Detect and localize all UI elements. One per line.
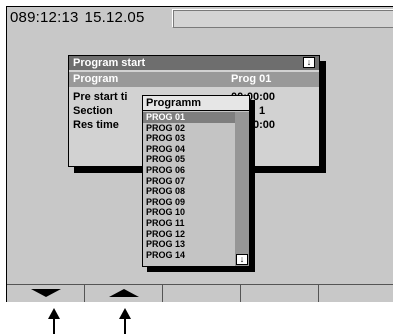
list-item[interactable]: PROG 11 xyxy=(143,218,236,229)
pre-start-time-label: Pre start ti xyxy=(73,91,128,103)
list-item[interactable]: PROG 14 xyxy=(143,250,236,261)
arrow-down-icon[interactable]: ↓ xyxy=(303,57,315,68)
res-time-label: Res time xyxy=(73,119,119,131)
list-item[interactable]: PROG 06 xyxy=(143,165,236,176)
status-bar: 089:12:13 15.12.05 xyxy=(7,7,393,31)
date-readout: 15.12.05 xyxy=(84,9,145,26)
softkey-5-button[interactable] xyxy=(319,285,393,302)
status-text-field xyxy=(172,9,393,28)
list-item[interactable]: PROG 02 xyxy=(143,123,236,134)
list-item[interactable]: PROG 13 xyxy=(143,239,236,250)
softkey-4-button[interactable] xyxy=(241,285,319,302)
list-item[interactable]: PROG 05 xyxy=(143,154,236,165)
triangle-up-icon xyxy=(109,289,139,297)
device-screen: 089:12:13 15.12.05 Program start ↓ Progra… xyxy=(6,6,393,302)
list-item[interactable]: PROG 09 xyxy=(143,197,236,208)
list-item[interactable]: PROG 07 xyxy=(143,176,236,187)
triangle-down-icon xyxy=(31,289,61,297)
softkey-up-button[interactable] xyxy=(85,285,163,302)
list-item[interactable]: PROG 01 xyxy=(143,112,236,123)
list-item[interactable]: PROG 10 xyxy=(143,207,236,218)
program-list: PROG 01 PROG 02 PROG 03 PROG 04 PROG 05 … xyxy=(143,112,236,260)
time-readout: 089:12:13 xyxy=(10,9,79,26)
datetime-display: 089:12:13 15.12.05 xyxy=(10,9,145,27)
program-row[interactable]: Program Prog 01 xyxy=(69,72,319,87)
arrow-up-pointer-icon xyxy=(119,308,131,334)
dialog-title: Program start xyxy=(73,57,146,69)
softkey-3-button[interactable] xyxy=(163,285,241,302)
program-list-popup: Programm PROG 01 PROG 02 PROG 03 PROG 04… xyxy=(142,95,250,267)
list-item[interactable]: PROG 12 xyxy=(143,229,236,240)
list-item[interactable]: PROG 03 xyxy=(143,133,236,144)
dialog-title-bar: Program start ↓ xyxy=(69,56,319,70)
section-value: 1 xyxy=(259,105,266,117)
list-item[interactable]: PROG 04 xyxy=(143,144,236,155)
list-item[interactable]: PROG 08 xyxy=(143,186,236,197)
softkey-down-button[interactable] xyxy=(7,285,85,302)
program-label: Program xyxy=(73,73,119,85)
program-value: Prog 01 xyxy=(231,73,272,85)
program-list-title: Programm xyxy=(143,96,249,111)
arrow-up-pointer-icon xyxy=(48,308,60,334)
section-label: Section xyxy=(73,105,113,117)
arrow-down-icon[interactable]: ↓ xyxy=(236,254,248,265)
softkey-bar xyxy=(7,284,393,302)
list-scrollbar[interactable] xyxy=(235,112,249,266)
